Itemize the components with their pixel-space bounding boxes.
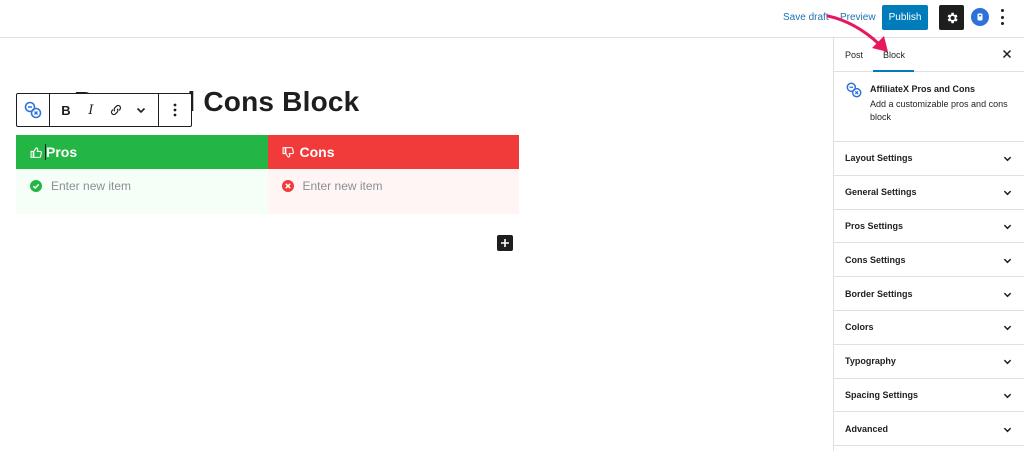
chevron-down-icon [1003,190,1012,196]
chevron-down-icon [1003,359,1012,365]
list-item[interactable]: Enter new item [281,179,383,193]
panel-general-settings[interactable]: General Settings [834,176,1024,210]
chevron-down-icon [1003,326,1012,331]
affiliatex-block-icon [846,82,862,98]
panel-label: Pros Settings [845,220,904,231]
plugin-logo-icon [977,13,983,21]
pros-cons-block[interactable]: Pros Enter new item Cons Enter new item [16,135,519,214]
more-formats-button[interactable] [129,94,154,126]
chevron-down-icon [1003,258,1012,264]
panel-typography[interactable]: Typography [834,345,1024,379]
pros-heading-label: Pros [46,144,78,160]
panel-cons-settings[interactable]: Cons Settings [834,243,1024,278]
options-menu-button[interactable] [999,9,1005,25]
block-options[interactable] [159,94,192,126]
thumbs-down-icon [282,146,294,158]
panel-label: Typography [845,356,896,367]
add-block-button[interactable] [497,235,513,251]
annotation-arrow-icon [826,14,888,52]
affiliatex-block-icon [24,101,42,119]
x-circle-icon [281,180,294,192]
chevron-down-icon [1003,157,1012,162]
cons-list: Enter new item [267,169,519,214]
cons-heading-label: Cons [299,144,335,160]
panel-colors[interactable]: Colors [834,311,1024,345]
panel-label: Colors [845,322,874,333]
panel-label: General Settings [845,187,917,198]
panel-spacing-settings[interactable]: Spacing Settings [834,379,1024,413]
panel-label: Border Settings [845,288,913,299]
panel-border-settings[interactable]: Border Settings [834,277,1024,311]
list-item[interactable]: Enter new item [30,179,131,193]
block-toolbar: B I [16,93,192,127]
panel-advanced[interactable]: Advanced [834,412,1024,447]
kebab-vertical-icon [173,103,177,117]
check-circle-icon [30,180,42,192]
bold-button[interactable]: B [54,94,79,126]
kebab-vertical-icon [1000,9,1004,12]
panel-label: Layout Settings [845,153,913,164]
panel-label: Cons Settings [845,254,906,265]
gear-icon [947,12,958,23]
link-icon [111,105,121,115]
block-card-title: AffiliateX Pros and Cons [870,84,976,94]
pros-item-placeholder: Enter new item [51,179,132,193]
chevron-down-icon [1003,224,1012,230]
panel-label: Spacing Settings [845,389,919,400]
block-card-description: Add a customizable pros and cons block [870,99,1008,122]
panel-label: Advanced [845,423,889,434]
save-draft-button[interactable]: Save draft [783,12,829,23]
pros-column: Pros Enter new item [16,135,268,214]
format-controls: B I [50,94,159,126]
settings-button[interactable] [939,5,964,30]
chevron-down-icon [1003,292,1012,297]
block-type-switcher[interactable] [17,94,50,126]
chevron-down-icon [1003,393,1012,399]
panel-layout-settings[interactable]: Layout Settings [834,142,1024,176]
pros-list: Enter new item [16,169,268,214]
close-icon[interactable] [1002,49,1012,59]
plus-icon [501,239,509,247]
settings-sidebar: Post Block AffiliateX Pros and Cons Add … [833,38,1024,451]
italic-button[interactable]: I [79,94,104,126]
pros-heading[interactable]: Pros [16,135,268,169]
chevron-down-icon [136,107,146,114]
thumbs-up-icon [30,146,42,158]
panel-pros-settings[interactable]: Pros Settings [834,210,1024,244]
cons-heading[interactable]: Cons [267,135,519,169]
block-card: AffiliateX Pros and Cons Add a customiza… [834,72,1024,142]
plugin-button[interactable] [971,8,989,26]
cons-column: Cons Enter new item [267,135,519,214]
cons-item-placeholder: Enter new item [302,179,383,193]
link-button[interactable] [104,94,129,126]
chevron-down-icon [1003,427,1012,433]
